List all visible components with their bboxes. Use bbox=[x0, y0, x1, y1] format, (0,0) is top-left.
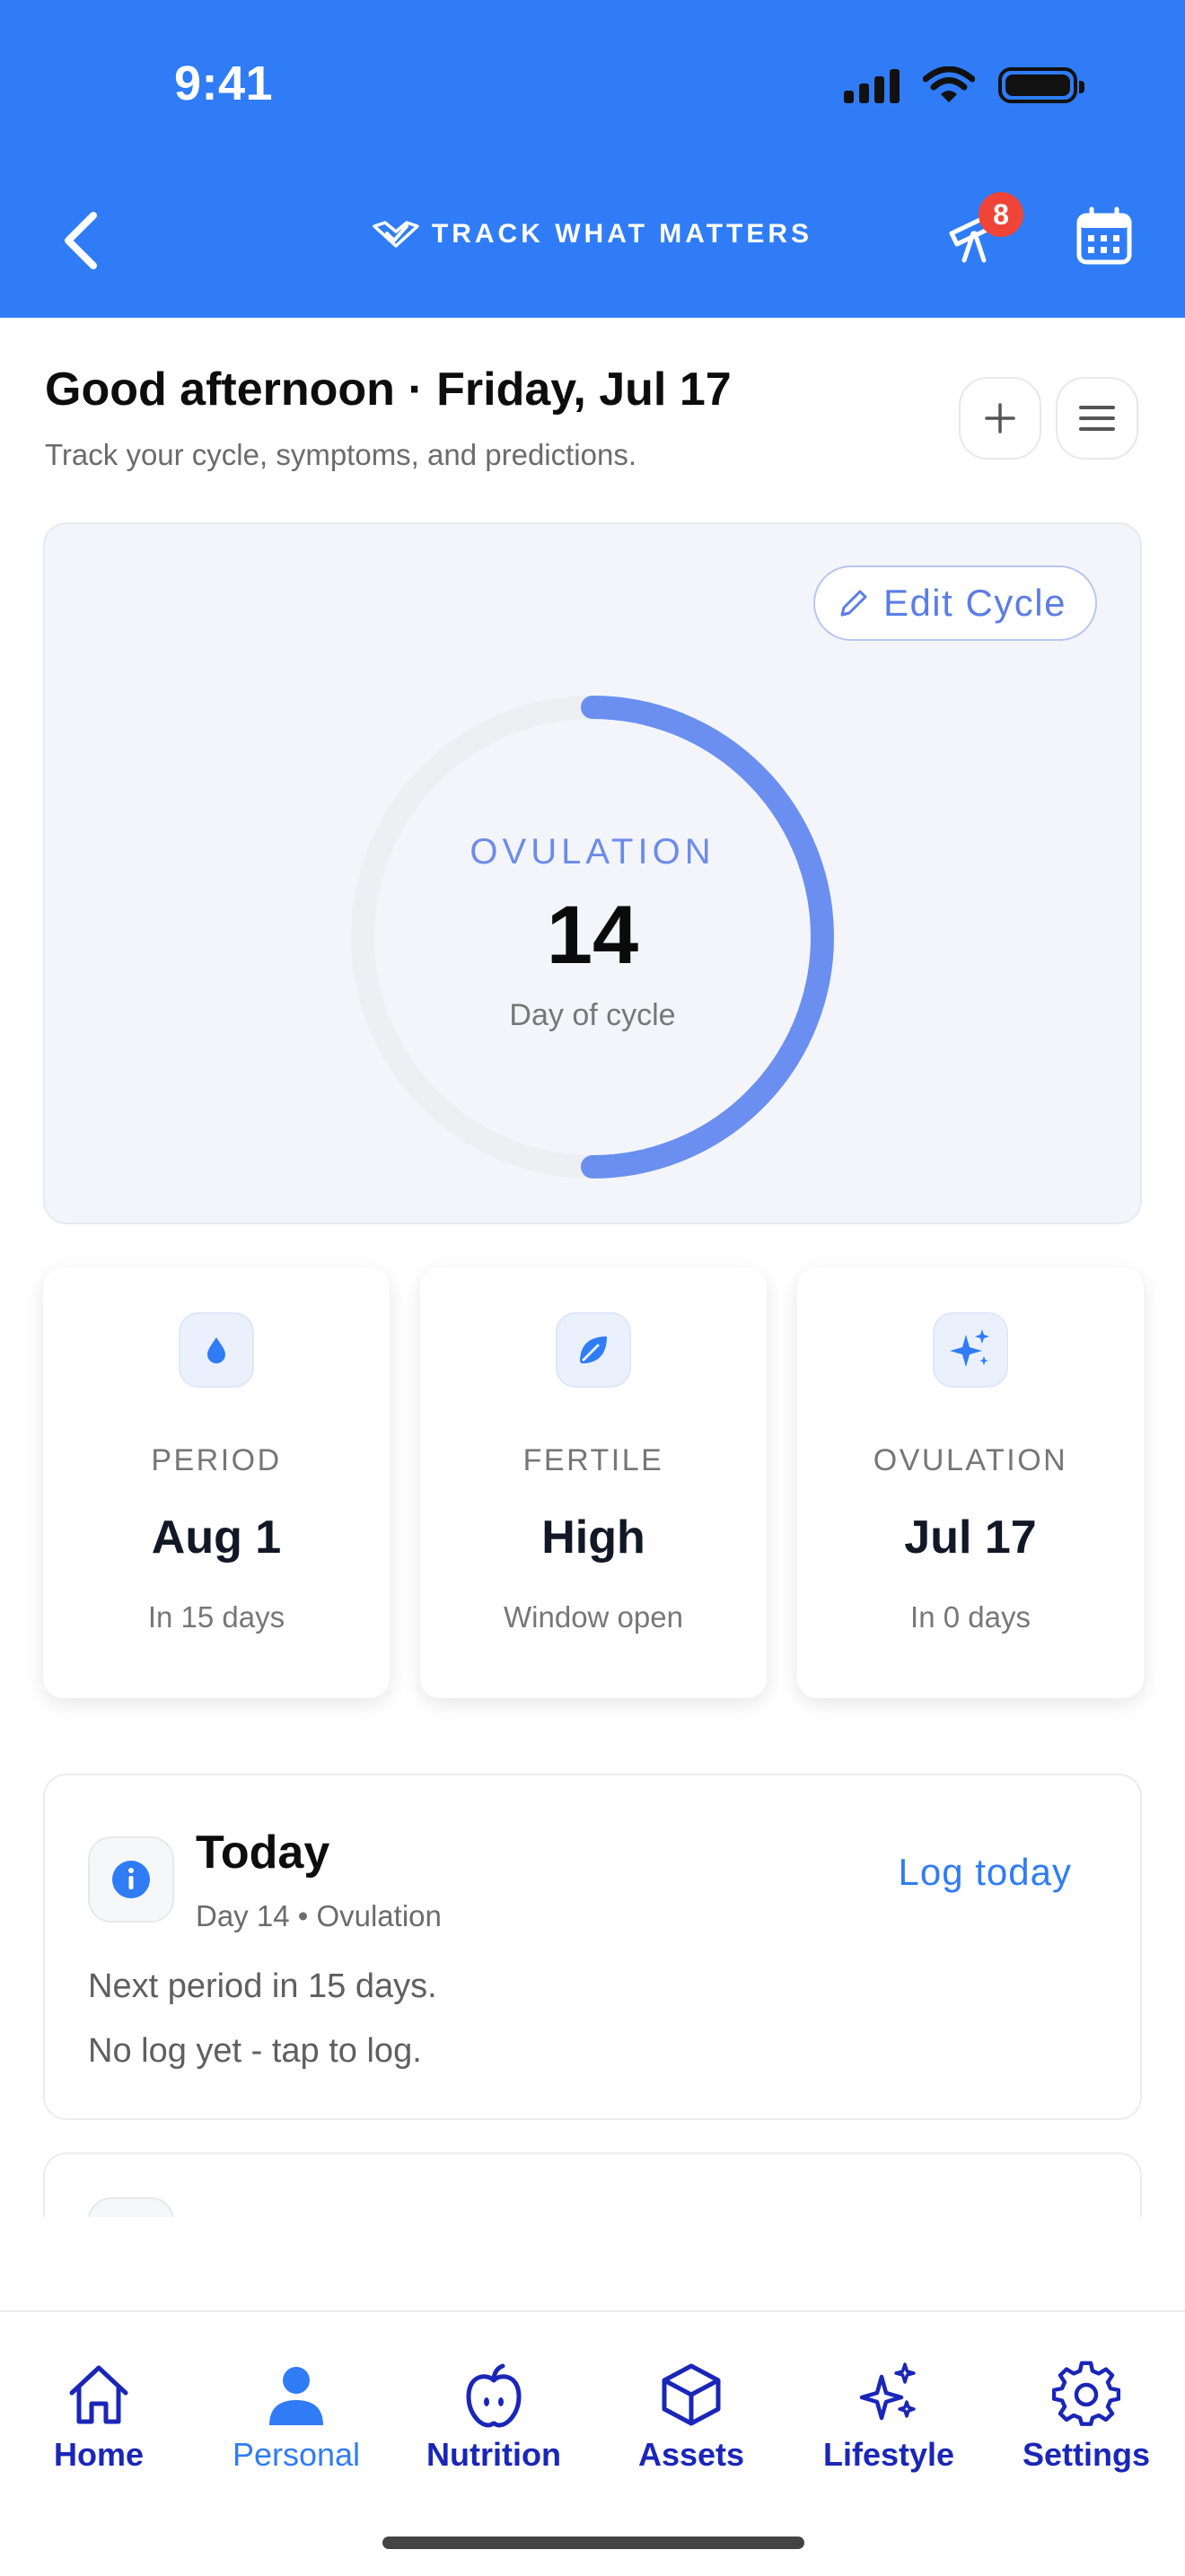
page-subtitle: Track your cycle, symptoms, and predicti… bbox=[45, 438, 637, 471]
tab-personal[interactable]: Personal bbox=[198, 2361, 395, 2474]
stat-icon-box bbox=[179, 1312, 254, 1388]
battery-icon bbox=[998, 67, 1084, 103]
plus-icon bbox=[985, 403, 1015, 434]
menu-button[interactable] bbox=[1056, 377, 1138, 460]
home-icon bbox=[69, 2365, 128, 2424]
stat-label: OVULATION bbox=[873, 1443, 1068, 1477]
info-icon bbox=[112, 1861, 150, 1898]
stat-icon-box bbox=[556, 1312, 631, 1388]
cycle-day-label: Day of cycle bbox=[509, 998, 676, 1032]
apple-icon bbox=[466, 2363, 522, 2428]
sparkles-icon bbox=[950, 1329, 989, 1367]
today-meta: Day 14 • Ovulation bbox=[196, 1899, 442, 1932]
today-card[interactable]: Today Day 14 • Ovulation Log today Next … bbox=[43, 1774, 1142, 2120]
edit-cycle-button[interactable]: Edit Cycle bbox=[812, 565, 1097, 641]
top-bar: 9:41 TRACK WHAT MATTERS 8 bbox=[0, 0, 1185, 318]
add-button[interactable] bbox=[959, 377, 1041, 460]
stat-sub: In 0 days bbox=[910, 1600, 1031, 1634]
tab-label: Settings bbox=[1022, 2436, 1150, 2473]
ovulation-card[interactable]: OVULATION Jul 17 In 0 days bbox=[797, 1267, 1144, 1698]
tab-lifestyle[interactable]: Lifestyle bbox=[790, 2361, 988, 2474]
stat-sub: Window open bbox=[504, 1600, 683, 1634]
stat-value: Jul 17 bbox=[904, 1511, 1037, 1564]
calendar-icon bbox=[1076, 206, 1132, 265]
tab-assets[interactable]: Assets bbox=[592, 2361, 790, 2474]
tab-label: Assets bbox=[637, 2436, 745, 2473]
tab-nutrition[interactable]: Nutrition bbox=[395, 2361, 592, 2474]
status-icons bbox=[844, 66, 1084, 104]
menu-icon bbox=[1079, 406, 1115, 431]
cycle-ring-center: OVULATION 14 Day of cycle bbox=[350, 695, 835, 1179]
leaf-icon bbox=[580, 1336, 607, 1363]
drop-icon bbox=[207, 1337, 225, 1363]
sparkles-icon bbox=[859, 2362, 916, 2421]
tab-label: Lifestyle bbox=[822, 2436, 955, 2473]
today-icon-box bbox=[88, 1836, 174, 1923]
stat-label: FERTILE bbox=[522, 1443, 664, 1477]
today-title: Today bbox=[196, 1827, 330, 1879]
home-indicator bbox=[382, 2537, 804, 2549]
calendar-button[interactable] bbox=[1074, 206, 1135, 267]
person-icon bbox=[269, 2367, 323, 2425]
cellular-signal-icon bbox=[844, 67, 900, 103]
stat-sub: In 15 days bbox=[147, 1600, 285, 1634]
cycle-card: Edit Cycle OVULATION 14 Day of cycle bbox=[43, 522, 1142, 1224]
wifi-icon bbox=[923, 66, 975, 102]
log-status-text: No log yet - tap to log. bbox=[88, 2032, 422, 2070]
gear-icon bbox=[1052, 2361, 1120, 2426]
tab-home[interactable]: Home bbox=[0, 2361, 198, 2474]
cycle-phase: OVULATION bbox=[470, 832, 715, 872]
tab-label: Personal bbox=[232, 2436, 361, 2473]
status-time: 9:41 bbox=[174, 57, 274, 110]
log-today-button[interactable]: Log today bbox=[899, 1851, 1073, 1894]
scroll-clip bbox=[0, 2217, 1185, 2310]
stat-value: Aug 1 bbox=[151, 1511, 282, 1564]
stat-icon-box bbox=[933, 1312, 1008, 1388]
edit-cycle-label: Edit Cycle bbox=[882, 582, 1066, 624]
pencil-icon bbox=[840, 590, 867, 617]
tab-label: Home bbox=[53, 2436, 145, 2473]
tab-label: Nutrition bbox=[426, 2436, 561, 2473]
fertile-card[interactable]: FERTILE High Window open bbox=[420, 1267, 767, 1698]
cycle-day-number: 14 bbox=[546, 889, 639, 981]
brand-logo-icon bbox=[373, 221, 419, 248]
page-title: Good afternoon · Friday, Jul 17 bbox=[45, 364, 732, 416]
stat-value: High bbox=[541, 1511, 645, 1564]
notification-badge: 8 bbox=[979, 192, 1023, 237]
stat-label: PERIOD bbox=[151, 1443, 282, 1477]
next-period-text: Next period in 15 days. bbox=[88, 1967, 437, 2005]
cube-icon bbox=[662, 2363, 721, 2426]
brand-name: TRACK WHAT MATTERS bbox=[431, 219, 813, 249]
period-card[interactable]: PERIOD Aug 1 In 15 days bbox=[43, 1267, 390, 1698]
tab-settings[interactable]: Settings bbox=[988, 2361, 1185, 2474]
